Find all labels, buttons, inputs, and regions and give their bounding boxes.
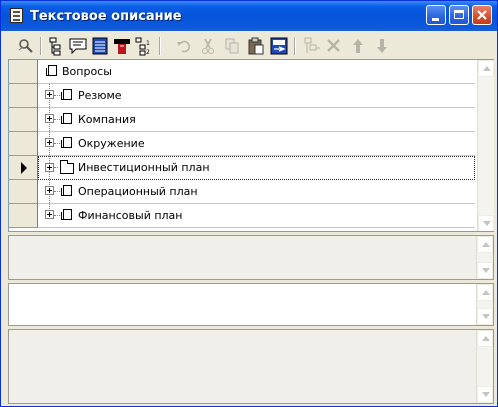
panel-scrollbar[interactable] [476,236,493,279]
scroll-up-icon [482,290,490,295]
toolbar-separator [40,37,42,55]
tree-item-label: Инвестиционный план [78,161,210,174]
tree-item-label: Окружение [78,137,145,150]
move-down-icon [377,39,387,53]
copy-icon [225,38,239,54]
toolbar: 12 [4,32,494,60]
window-title: Текстовое описание [30,9,182,24]
scroll-up-button[interactable] [477,330,493,347]
row-indicator-current[interactable] [9,156,38,180]
scroll-up-button[interactable] [477,284,493,301]
text-panel-3[interactable] [8,329,494,404]
minimize-button[interactable] [426,5,446,25]
questions-tree[interactable]: Вопросы Резюме Компания Окружение Инвест… [8,59,494,232]
tree-line [54,191,60,192]
scroll-down-icon [483,221,491,226]
expand-icon[interactable] [45,90,54,99]
close-icon [477,10,487,20]
paste-icon[interactable] [246,36,266,56]
tree-root-label: Вопросы [62,65,112,78]
tree-line [54,215,60,216]
minimize-icon [432,18,439,21]
text-panel-2[interactable] [8,283,494,326]
undo-icon [177,40,191,53]
row-indicator[interactable] [9,108,38,132]
tree-item-label: Резюме [78,89,122,102]
scroll-down-button[interactable] [477,308,493,325]
row-indicator[interactable] [9,180,38,204]
tree-root[interactable]: Вопросы [38,60,475,84]
scroll-up-icon [483,66,491,71]
toolbar-separator [159,37,161,55]
row-indicator[interactable] [9,60,38,84]
expand-icon[interactable] [45,114,54,123]
tree-line [54,95,60,96]
expand-icon[interactable] [45,210,54,219]
panel-scrollbar[interactable] [476,284,493,325]
svg-text:1: 1 [146,40,150,47]
toolbar-separator [294,37,296,55]
tree-scrollbar[interactable] [477,60,494,231]
tree-item-selected[interactable]: Инвестиционный план [38,156,475,180]
text-panel-1[interactable] [8,235,494,280]
title-bar[interactable]: Текстовое описание [1,1,497,31]
tree-item-label: Компания [78,113,136,126]
row-indicator[interactable] [9,132,38,156]
row-indicator[interactable] [9,204,38,228]
scroll-up-button[interactable] [477,236,493,253]
import-icon[interactable] [269,36,289,56]
tree-structure-icon[interactable] [46,36,66,56]
panel-scrollbar[interactable] [476,330,493,403]
tree-line [54,119,60,120]
scroll-down-icon [482,314,490,319]
close-button[interactable] [472,5,492,25]
expand-icon[interactable] [45,138,54,147]
add-node-icon [304,37,320,53]
maximize-icon [454,10,464,19]
find-tool-icon[interactable] [16,36,36,56]
cut-icon [202,38,214,54]
tree-item[interactable]: Компания [38,108,475,132]
document-icon [61,89,72,100]
notepad-icon[interactable] [10,8,23,23]
main-window: Текстовое описание 12 Вопросы Резюме Ком… [0,0,498,407]
maximize-button[interactable] [449,5,469,25]
document-icon [61,137,72,148]
expand-icon[interactable] [45,163,54,172]
svg-text:2: 2 [146,49,150,56]
tree-line [54,167,58,168]
comment-icon[interactable] [68,36,88,56]
scroll-down-button[interactable] [477,262,493,279]
scroll-up-button[interactable] [478,60,494,77]
folder-icon [60,160,74,174]
move-up-icon [353,39,363,53]
document-icon [61,185,72,196]
tree-item[interactable]: Резюме [38,84,475,108]
tree-line [54,143,60,144]
tree-item[interactable]: Окружение [38,132,475,156]
numbering-icon[interactable]: 12 [134,36,154,56]
tree-item-label: Финансовый план [78,209,183,222]
current-row-arrow-icon [21,162,27,174]
text-list-icon[interactable] [90,36,110,56]
row-indicator[interactable] [9,84,38,108]
tree-item[interactable]: Финансовый план [38,204,475,228]
tree-item[interactable]: Операционный план [38,180,475,204]
red-book-icon[interactable] [112,36,132,56]
scroll-down-icon [482,392,490,397]
document-icon [46,65,57,76]
tree-item-label: Операционный план [78,185,198,198]
scroll-down-button[interactable] [477,386,493,403]
document-icon [61,209,72,220]
delete-icon [327,39,340,52]
scroll-down-button[interactable] [478,215,494,231]
scroll-up-icon [482,242,490,247]
scroll-up-icon [482,336,490,341]
document-icon [61,113,72,124]
expand-icon[interactable] [45,186,54,195]
scroll-down-icon [482,268,490,273]
